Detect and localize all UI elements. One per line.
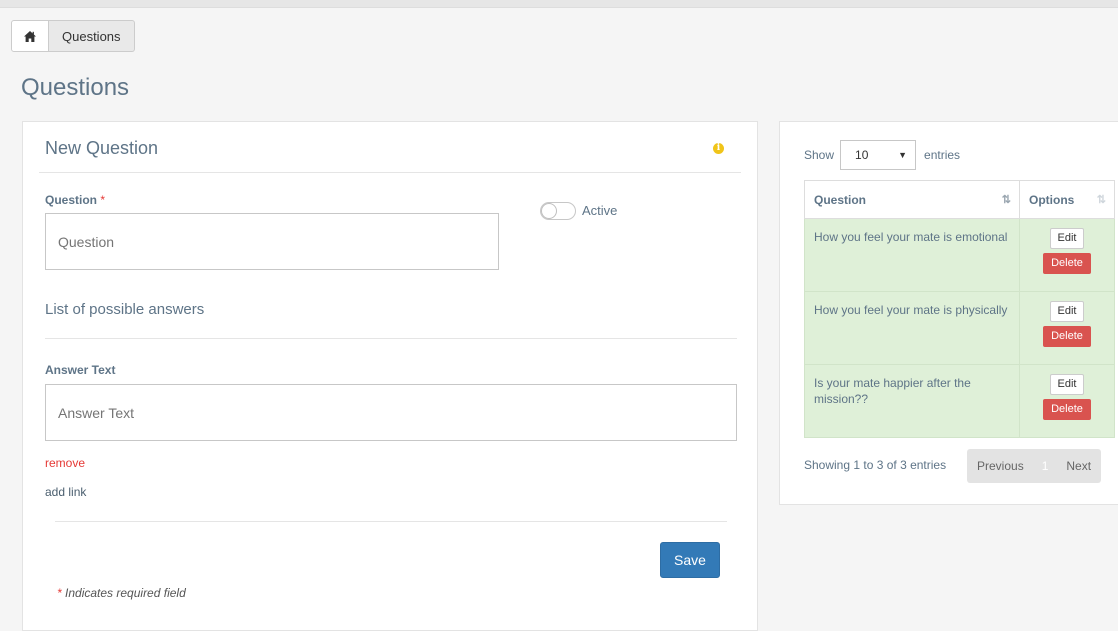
required-asterisk: * xyxy=(100,193,106,207)
answer-label: Answer Text xyxy=(45,363,116,377)
column-header-question[interactable]: Question ⇅ xyxy=(804,180,1020,219)
page-1-button[interactable]: 1 xyxy=(1034,459,1057,473)
delete-button[interactable]: Delete xyxy=(1043,399,1091,420)
edit-button[interactable]: Edit xyxy=(1050,374,1084,395)
question-input[interactable] xyxy=(45,213,499,270)
edit-button[interactable]: Edit xyxy=(1050,301,1084,322)
divider xyxy=(39,172,741,173)
delete-button[interactable]: Delete xyxy=(1043,326,1091,347)
questions-table-panel: Show 10 ▼ entries Question ⇅ Options ⇅ How… xyxy=(779,121,1118,505)
questions-table: Question ⇅ Options ⇅ How you feel your mat… xyxy=(804,180,1115,438)
question-cell: How you feel your mate is emotional xyxy=(804,218,1020,292)
breadcrumb-questions[interactable]: Questions xyxy=(49,20,135,52)
delete-button[interactable]: Delete xyxy=(1043,253,1091,274)
add-link[interactable]: add link xyxy=(45,485,86,499)
page-title: Questions xyxy=(21,74,130,101)
question-label: Question * xyxy=(45,193,106,207)
page-size-select[interactable]: 10 ▼ xyxy=(840,140,917,170)
options-cell: Edit Delete xyxy=(1019,291,1115,365)
form-title: New Question xyxy=(45,138,159,158)
page-size-value: 10 xyxy=(855,148,869,162)
page-length-control: Show 10 ▼ entries xyxy=(804,140,960,170)
save-button[interactable]: Save xyxy=(660,542,720,578)
breadcrumb-home[interactable] xyxy=(11,20,49,52)
answers-heading: List of possible answers xyxy=(45,301,205,318)
table-row: Is your mate happier after the mission??… xyxy=(804,364,1115,438)
remove-link[interactable]: remove xyxy=(45,456,85,470)
options-cell: Edit Delete xyxy=(1019,364,1115,438)
column-header-options[interactable]: Options ⇅ xyxy=(1019,180,1115,219)
top-bar xyxy=(0,0,1118,8)
edit-button[interactable]: Edit xyxy=(1050,228,1084,249)
toggle-knob xyxy=(541,203,557,219)
breadcrumb: Questions xyxy=(11,20,135,52)
divider xyxy=(55,521,727,522)
sort-asc-icon: ⇅ xyxy=(1001,193,1011,206)
required-note: * Indicates required field xyxy=(57,586,186,600)
table-info: Showing 1 to 3 of 3 entries xyxy=(804,458,947,472)
active-label: Active xyxy=(582,203,618,218)
options-cell: Edit Delete xyxy=(1019,218,1115,292)
home-icon xyxy=(24,30,36,42)
question-cell: How you feel your mate is physically xyxy=(804,291,1020,365)
answer-text-input[interactable] xyxy=(45,384,737,441)
next-button[interactable]: Next xyxy=(1056,459,1101,473)
sort-icon: ⇅ xyxy=(1096,193,1106,206)
show-label: Show xyxy=(804,148,835,162)
pagination: Previous 1 Next xyxy=(967,449,1102,483)
question-cell: Is your mate happier after the mission?? xyxy=(804,364,1020,438)
previous-button[interactable]: Previous xyxy=(967,459,1034,473)
new-question-panel: New Question i Question * Active List of… xyxy=(22,121,758,631)
table-row: How you feel your mate is physically Edi… xyxy=(804,291,1115,365)
divider xyxy=(45,338,737,339)
table-row: How you feel your mate is emotional Edit… xyxy=(804,218,1115,292)
chevron-down-icon: ▼ xyxy=(898,150,908,160)
entries-label: entries xyxy=(924,148,961,162)
info-icon[interactable]: i xyxy=(713,143,724,154)
active-toggle[interactable] xyxy=(540,202,576,220)
